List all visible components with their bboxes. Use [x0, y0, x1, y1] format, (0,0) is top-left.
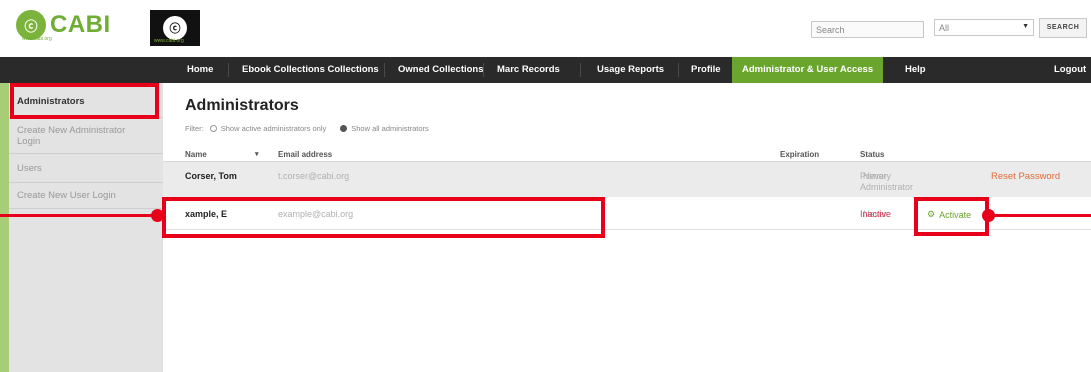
- sidebar: Administrators Create New Administrator …: [0, 83, 163, 372]
- column-header-status[interactable]: Status: [860, 150, 884, 159]
- nav-home[interactable]: Home: [187, 57, 213, 83]
- annotation-highlight-administrators: [10, 83, 159, 119]
- radio-show-all[interactable]: [340, 125, 348, 132]
- nav-divider: [483, 63, 484, 77]
- column-header-email[interactable]: Email address: [278, 150, 332, 159]
- admin-name: Corser, Tom: [185, 171, 237, 181]
- admin-filter: Filter: Show active administrators only …: [185, 124, 429, 133]
- annotation-highlight-activate: [914, 197, 989, 236]
- nav-divider: [678, 63, 679, 77]
- annotation-dot-left: [151, 209, 164, 222]
- nav-marc-records[interactable]: Marc Records: [497, 57, 560, 83]
- search-scope-select[interactable]: All ▼: [934, 19, 1034, 36]
- cabi-ebooks-logo-subtext: www.cabi.org: [154, 38, 184, 44]
- nav-help[interactable]: Help: [905, 57, 926, 83]
- nav-divider: [580, 63, 581, 77]
- cabi-logo-subtext: www.cabi.org: [22, 36, 52, 42]
- admin-status: Primary Administrator: [860, 171, 914, 192]
- radio-active-only[interactable]: [209, 125, 217, 132]
- sidebar-item-create-new-administrator-login[interactable]: Create New Administrator Login: [17, 125, 147, 147]
- cabi-logo-text: CABI: [50, 11, 111, 38]
- nav-administrator-user-access[interactable]: Administrator & User Access: [732, 57, 884, 83]
- admin-email: t.corser@cabi.org: [278, 171, 350, 181]
- search-input[interactable]: Search: [811, 21, 924, 38]
- filter-label: Filter:: [185, 124, 204, 133]
- search-scope-value: All: [939, 23, 950, 33]
- sort-caret-icon[interactable]: ▾: [255, 150, 259, 158]
- dropdown-caret-icon: ▼: [1022, 23, 1029, 30]
- reset-password-link[interactable]: Reset Password: [991, 171, 1060, 182]
- sidebar-divider: [9, 182, 163, 183]
- cabi-ebooks-logo-icon: ⓒ: [163, 16, 187, 40]
- nav-divider: [384, 63, 385, 77]
- nav-owned-collections[interactable]: Owned Collections: [398, 57, 484, 83]
- search-button[interactable]: SEARCH: [1039, 18, 1087, 38]
- sidebar-divider: [9, 208, 163, 209]
- sidebar-item-users[interactable]: Users: [17, 163, 42, 174]
- sidebar-item-create-new-user-login[interactable]: Create New User Login: [17, 190, 116, 201]
- annotation-connector-left: [0, 214, 160, 217]
- nav-usage-reports[interactable]: Usage Reports: [597, 57, 664, 83]
- column-header-expiration[interactable]: Expiration: [780, 150, 819, 159]
- annotation-highlight-admin-row: [162, 197, 605, 238]
- nav-logout[interactable]: Logout: [1054, 57, 1086, 83]
- table-row: Corser, Tom t.corser@cabi.org Never Prim…: [163, 162, 1091, 197]
- annotation-dot-right: [982, 209, 995, 222]
- filter-option-active-only[interactable]: Show active administrators only: [221, 124, 326, 133]
- nav-divider: [228, 63, 229, 77]
- annotation-connector-right: [988, 214, 1091, 217]
- nav-ebook-collections[interactable]: Ebook Collections Collections: [242, 57, 379, 83]
- sidebar-divider: [9, 153, 163, 154]
- page-title: Administrators: [185, 97, 299, 114]
- main-nav: Home Ebook Collections Collections Owned…: [0, 57, 1091, 83]
- admin-status: Inactive: [860, 209, 892, 219]
- column-header-name[interactable]: Name: [185, 150, 207, 159]
- nav-profile[interactable]: Profile: [691, 57, 721, 83]
- filter-option-show-all[interactable]: Show all administrators: [351, 124, 429, 133]
